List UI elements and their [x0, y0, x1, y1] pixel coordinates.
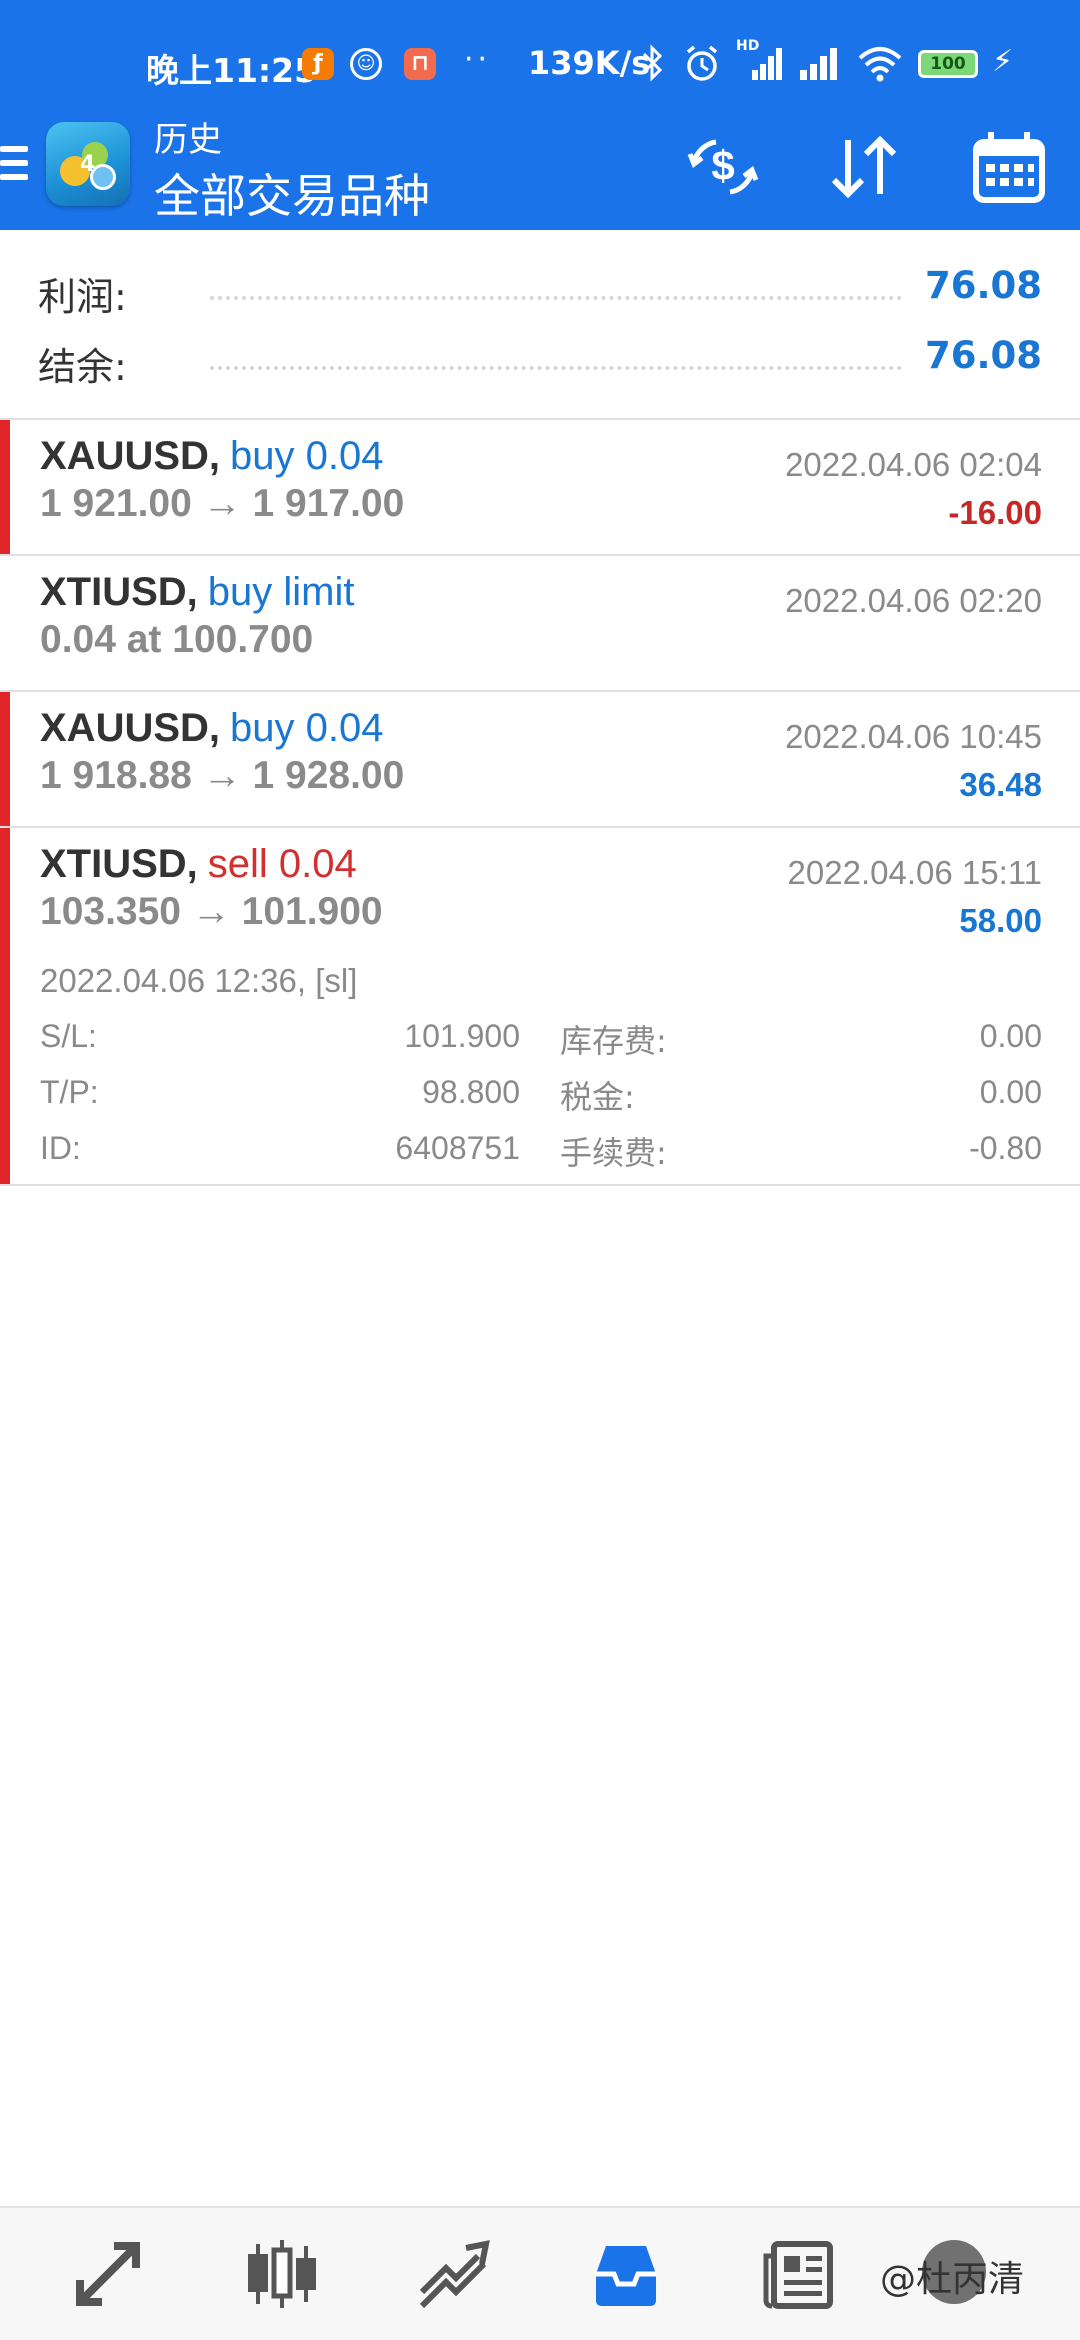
deal-symbol: XAUUSD, buy 0.04: [40, 434, 384, 479]
app-notify-icon: ƒ: [302, 48, 334, 80]
tax-value: 0.00: [979, 1074, 1042, 1110]
sl-label: S/L:: [40, 1018, 97, 1054]
wifi-icon: [858, 47, 902, 82]
deal-prices: 103.350 → 101.900: [40, 890, 383, 933]
status-bar: 晚上11:25 ƒ ☺ ⊓ ·· 139K/s HD 100 ⚡: [0, 0, 1080, 126]
trade-icon[interactable]: [416, 2236, 492, 2312]
deal-type: sell 0.04: [207, 842, 357, 886]
dollar-exchange-icon[interactable]: $: [680, 124, 766, 210]
swap-label: 库存费:: [560, 1022, 667, 1060]
symbol-name: XTIUSD,: [40, 570, 198, 614]
battery-icon: 100: [918, 50, 978, 78]
svg-text:$: $: [711, 142, 734, 189]
deal-prices: 1 921.00 → 1 917.00: [40, 482, 405, 525]
deal-time: 2022.04.06 02:20: [785, 582, 1042, 619]
detail-row: T/P: 98.800 税金: 0.00: [40, 1070, 1042, 1126]
deal-profit: 36.48: [959, 766, 1042, 803]
shop-notify-icon: ⊓: [404, 48, 436, 80]
deal-time: 2022.04.06 02:04: [785, 446, 1042, 483]
qq-notify-icon: ☺: [350, 48, 382, 80]
open-info: 2022.04.06 12:36, [sl]: [40, 962, 358, 999]
deal-type: buy 0.04: [230, 706, 384, 750]
deal-row[interactable]: XAUUSD, buy 0.04 1 918.88 → 1 928.00 2022…: [0, 692, 1080, 828]
metatrader-logo: 4: [46, 122, 130, 206]
symbol-filter[interactable]: 全部交易品种: [154, 160, 430, 226]
balance-value: 76.08: [924, 334, 1042, 377]
deal-symbol: XAUUSD, buy 0.04: [40, 706, 384, 751]
tp-label: T/P:: [40, 1074, 99, 1110]
news-icon[interactable]: [762, 2236, 838, 2312]
app-header: 晚上11:25 ƒ ☺ ⊓ ·· 139K/s HD 100 ⚡ 4 历史 全部…: [0, 0, 1080, 230]
page-title: 历史: [154, 120, 222, 160]
charging-icon: ⚡: [992, 44, 1014, 79]
deal-marker: [0, 692, 10, 826]
deal-time: 2022.04.06 15:11: [787, 854, 1042, 891]
fee-label: 手续费:: [560, 1134, 667, 1172]
deal-row[interactable]: XAUUSD, buy 0.04 1 921.00 → 1 917.00 2022…: [0, 420, 1080, 556]
profit-label: 利润:: [38, 275, 127, 319]
balance-row: 结余: 76.08: [38, 330, 1042, 390]
detail-row: S/L: 101.900 库存费: 0.00: [40, 1014, 1042, 1070]
profit-row: 利润: 76.08: [38, 260, 1042, 320]
chart-icon[interactable]: [244, 2236, 320, 2312]
order-price: 0.04 at 100.700: [40, 618, 314, 661]
id-value: 6408751: [395, 1130, 520, 1166]
more-notifications-icon: ··: [464, 42, 492, 77]
deal-symbol: XTIUSD, sell 0.04: [40, 842, 357, 887]
detail-row: ID: 6408751 手续费: -0.80: [40, 1126, 1042, 1182]
balance-label: 结余:: [38, 345, 127, 389]
deal-time: 2022.04.06 10:45: [785, 718, 1042, 755]
symbol-name: XAUUSD,: [40, 706, 221, 750]
deal-prices: 1 918.88 → 1 928.00: [40, 754, 405, 797]
hd-signal-icon: HD: [736, 38, 786, 82]
net-speed: 139K/s: [528, 44, 651, 82]
symbol-name: XTIUSD,: [40, 842, 198, 886]
signal-icon: [800, 48, 837, 80]
tax-label: 税金:: [560, 1078, 635, 1116]
history-icon[interactable]: [588, 2236, 664, 2312]
deal-marker: [0, 420, 10, 554]
deal-profit: 58.00: [959, 902, 1042, 939]
quotes-icon[interactable]: [70, 2236, 146, 2312]
dotted-leader: [210, 366, 902, 370]
symbol-name: XAUUSD,: [40, 434, 221, 478]
dotted-leader: [210, 296, 902, 300]
deal-row-expanded[interactable]: XTIUSD, sell 0.04 103.350 → 101.900 2022.…: [0, 828, 1080, 1186]
deal-symbol: XTIUSD, buy limit: [40, 570, 355, 615]
fee-value: -0.80: [969, 1130, 1042, 1166]
sort-icon[interactable]: [822, 124, 908, 210]
status-time: 晚上11:25: [146, 51, 318, 90]
order-row[interactable]: XTIUSD, buy limit 0.04 at 100.700 2022.04…: [0, 556, 1080, 692]
watermark: @杜丙清: [880, 2259, 1025, 2300]
swap-value: 0.00: [979, 1018, 1042, 1054]
menu-icon[interactable]: [0, 146, 28, 184]
profit-value: 76.08: [924, 264, 1042, 307]
deal-marker: [0, 828, 10, 1184]
deal-details: S/L: 101.900 库存费: 0.00 T/P: 98.800 税金: 0…: [40, 1014, 1042, 1182]
calendar-icon[interactable]: [966, 124, 1052, 210]
alarm-icon: [686, 45, 718, 81]
tp-value: 98.800: [422, 1074, 520, 1110]
sl-value: 101.900: [404, 1018, 520, 1054]
deal-profit: -16.00: [948, 494, 1042, 531]
deal-type: buy 0.04: [230, 434, 384, 478]
bluetooth-icon: [642, 44, 663, 82]
id-label: ID:: [40, 1130, 81, 1166]
deal-type: buy limit: [207, 570, 355, 614]
account-summary: 利润: 76.08 结余: 76.08: [0, 230, 1080, 420]
